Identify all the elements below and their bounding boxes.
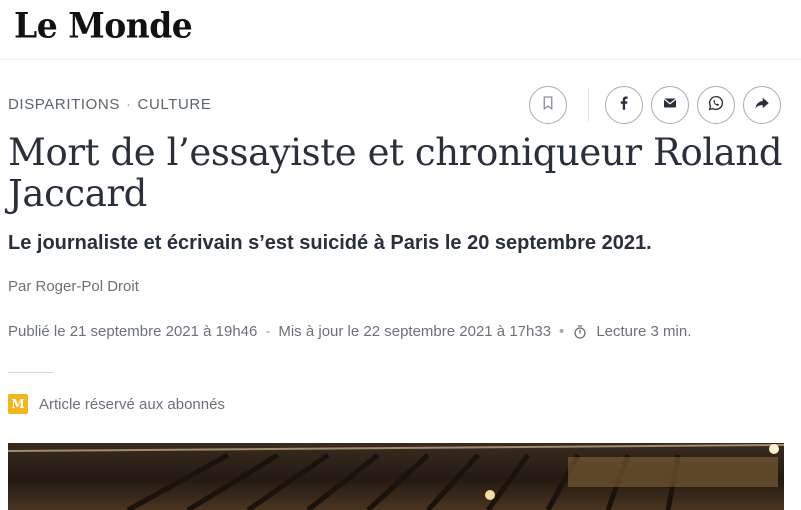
meta-separator: -: [265, 323, 271, 340]
reading-time: Lecture 3 min.: [596, 323, 692, 340]
bookmark-icon: [539, 94, 557, 117]
email-share-button[interactable]: [651, 86, 689, 124]
bookmark-button[interactable]: [529, 86, 567, 124]
published-date: Publié le 21 septembre 2021 à 19h46: [8, 323, 258, 340]
photo-ceiling-illustration: [8, 444, 784, 510]
premium-m-icon: M: [8, 394, 28, 414]
article-subtitle: Le journaliste et écrivain s’est suicidé…: [8, 232, 652, 254]
updated-date: Mis à jour le 22 septembre 2021 à 17h33: [278, 323, 552, 340]
article-meta: Publié le 21 septembre 2021 à 19h46 - Mi…: [8, 323, 691, 340]
article-title: Mort de l’essayiste et chroniqueur Rolan…: [8, 131, 783, 215]
subscriber-label: Article réservé aux abonnés: [39, 395, 225, 413]
share-icon: [753, 94, 771, 117]
share-button[interactable]: [743, 86, 781, 124]
email-icon: [661, 94, 679, 117]
section-link-disparitions[interactable]: DISPARITIONS: [8, 96, 120, 113]
meta-divider: [8, 372, 54, 373]
whatsapp-share-button[interactable]: [697, 86, 735, 124]
article-photo: [8, 443, 784, 510]
facebook-icon: [615, 94, 633, 117]
subscriber-notice: M Article réservé aux abonnés: [8, 394, 225, 414]
le-monde-logo[interactable]: Le Monde: [14, 5, 193, 46]
site-header: Le Monde: [0, 0, 801, 60]
facebook-share-button[interactable]: [605, 86, 643, 124]
stopwatch-icon: [574, 324, 586, 339]
article-kicker: DISPARITIONS · CULTURE: [8, 96, 211, 113]
whatsapp-icon: [707, 94, 725, 117]
article-author[interactable]: Par Roger-Pol Droit: [8, 278, 139, 295]
section-link-culture[interactable]: CULTURE: [138, 96, 212, 113]
meta-separator: •: [559, 323, 565, 340]
share-divider: [588, 88, 589, 122]
kicker-separator: ·: [125, 96, 132, 113]
